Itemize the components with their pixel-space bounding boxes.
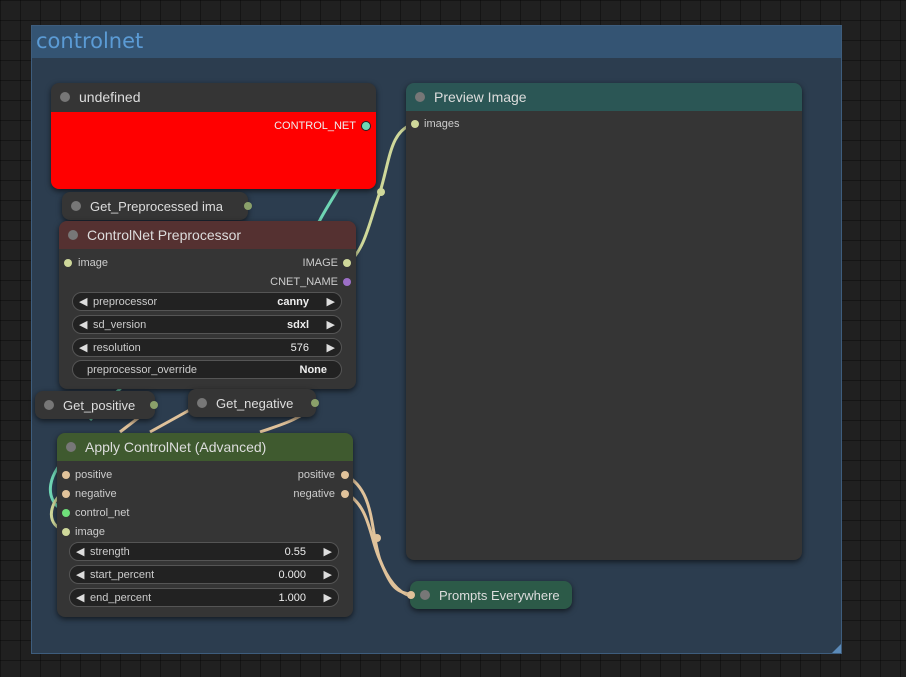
positive-input-dot[interactable]: [62, 471, 70, 479]
negative-output-dot[interactable]: [341, 490, 349, 498]
decrement-arrow-icon[interactable]: ◀: [76, 568, 84, 581]
wire-reroute-dot-cond: [373, 534, 381, 542]
collapse-dot-icon[interactable]: [44, 400, 54, 410]
positive-input-label: positive: [75, 469, 113, 481]
negative-input-dot[interactable]: [62, 490, 70, 498]
preprocessor-node-title-text: ControlNet Preprocessor: [87, 227, 242, 243]
image-input-label: image: [78, 257, 108, 269]
widget-value: 576: [290, 342, 309, 354]
sd-version-combo[interactable]: ◀ sd_version sdxl ▶: [72, 315, 342, 334]
widget-name: end_percent: [90, 592, 152, 604]
get-preprocessed-node[interactable]: Get_Preprocessed ima: [62, 192, 252, 220]
apply-controlnet-node[interactable]: Apply ControlNet (Advanced) positive neg…: [57, 433, 353, 617]
widget-value: None: [299, 364, 328, 376]
undefined-node-title[interactable]: undefined: [51, 83, 376, 111]
collapse-dot-icon[interactable]: [420, 590, 430, 600]
control-net-input-dot[interactable]: [62, 509, 70, 517]
collapse-dot-icon[interactable]: [60, 92, 70, 102]
decrement-arrow-icon[interactable]: ◀: [79, 318, 87, 331]
widget-name: preprocessor: [93, 296, 158, 308]
positive-output-label: positive: [297, 469, 335, 481]
widget-name: sd_version: [93, 319, 147, 331]
positive-output-dot[interactable]: [341, 471, 349, 479]
apply-node-title[interactable]: Apply ControlNet (Advanced): [57, 433, 353, 461]
preview-image-node[interactable]: Preview Image images: [406, 83, 802, 560]
increment-arrow-icon[interactable]: ▶: [324, 568, 332, 581]
image-output-label: IMAGE: [302, 257, 338, 269]
widget-value: 0.000: [278, 569, 306, 581]
control-net-input-label: control_net: [75, 507, 130, 519]
get-positive-output-dot[interactable]: [150, 401, 158, 409]
get-preprocessed-output-dot[interactable]: [244, 202, 252, 210]
image-input-label: image: [75, 526, 105, 538]
images-input-dot[interactable]: [411, 120, 419, 128]
get-positive-title: Get_positive: [63, 397, 136, 413]
start-percent-number[interactable]: ◀ start_percent 0.000 ▶: [69, 565, 339, 584]
get-preprocessed-title: Get_Preprocessed ima: [90, 198, 223, 214]
apply-node-title-text: Apply ControlNet (Advanced): [85, 439, 267, 455]
image-output-dot[interactable]: [343, 259, 351, 267]
preprocessor-node-title[interactable]: ControlNet Preprocessor: [59, 221, 356, 249]
strength-number[interactable]: ◀ strength 0.55 ▶: [69, 542, 339, 561]
resolution-number[interactable]: ◀ resolution 576 ▶: [72, 338, 342, 357]
increment-arrow-icon[interactable]: ▶: [327, 295, 335, 308]
increment-arrow-icon[interactable]: ▶: [327, 318, 335, 331]
control-net-output-dot[interactable]: [361, 121, 371, 131]
widget-name: start_percent: [90, 569, 155, 581]
increment-arrow-icon[interactable]: ▶: [324, 591, 332, 604]
get-positive-node[interactable]: Get_positive: [35, 391, 158, 419]
decrement-arrow-icon[interactable]: ◀: [76, 545, 84, 558]
image-input-dot[interactable]: [62, 528, 70, 536]
collapse-dot-icon[interactable]: [68, 230, 78, 240]
wire-reroute-dot: [377, 188, 385, 196]
widget-name: preprocessor_override: [87, 364, 198, 376]
widget-name: strength: [90, 546, 130, 558]
get-negative-node[interactable]: Get_negative: [188, 389, 319, 417]
collapse-dot-icon[interactable]: [197, 398, 207, 408]
preprocessor-combo[interactable]: ◀ preprocessor canny ▶: [72, 292, 342, 311]
negative-input-label: negative: [75, 488, 117, 500]
image-input-dot[interactable]: [64, 259, 72, 267]
preprocessor-override-field[interactable]: preprocessor_override None: [72, 360, 342, 379]
undefined-node[interactable]: undefined CONTROL_NET: [51, 83, 376, 189]
prompts-input-dot[interactable]: [407, 591, 415, 599]
increment-arrow-icon[interactable]: ▶: [324, 545, 332, 558]
widget-value: 1.000: [278, 592, 306, 604]
end-percent-number[interactable]: ◀ end_percent 1.000 ▶: [69, 588, 339, 607]
controlnet-preprocessor-node[interactable]: ControlNet Preprocessor image IMAGE CNET…: [59, 221, 356, 389]
get-negative-title: Get_negative: [216, 395, 294, 411]
decrement-arrow-icon[interactable]: ◀: [79, 341, 87, 354]
decrement-arrow-icon[interactable]: ◀: [76, 591, 84, 604]
get-negative-output-dot[interactable]: [311, 399, 319, 407]
control-net-output-label: CONTROL_NET: [274, 120, 356, 132]
undefined-node-title-text: undefined: [79, 89, 141, 105]
collapse-dot-icon[interactable]: [66, 442, 76, 452]
negative-output-label: negative: [293, 488, 335, 500]
widget-value: 0.55: [284, 546, 306, 558]
preview-node-title-text: Preview Image: [434, 89, 527, 105]
increment-arrow-icon[interactable]: ▶: [327, 341, 335, 354]
preview-node-title[interactable]: Preview Image: [406, 83, 802, 111]
cnet-name-output-dot[interactable]: [343, 278, 351, 286]
cnet-name-output-label: CNET_NAME: [270, 276, 338, 288]
images-input-label: images: [424, 118, 460, 130]
prompts-everywhere-title: Prompts Everywhere: [439, 587, 560, 603]
prompts-everywhere-node[interactable]: Prompts Everywhere: [407, 581, 572, 609]
collapse-dot-icon[interactable]: [415, 92, 425, 102]
widget-value: sdxl: [286, 319, 309, 331]
widget-value: canny: [277, 296, 309, 308]
widget-name: resolution: [93, 342, 141, 354]
collapse-dot-icon[interactable]: [71, 201, 81, 211]
decrement-arrow-icon[interactable]: ◀: [79, 295, 87, 308]
